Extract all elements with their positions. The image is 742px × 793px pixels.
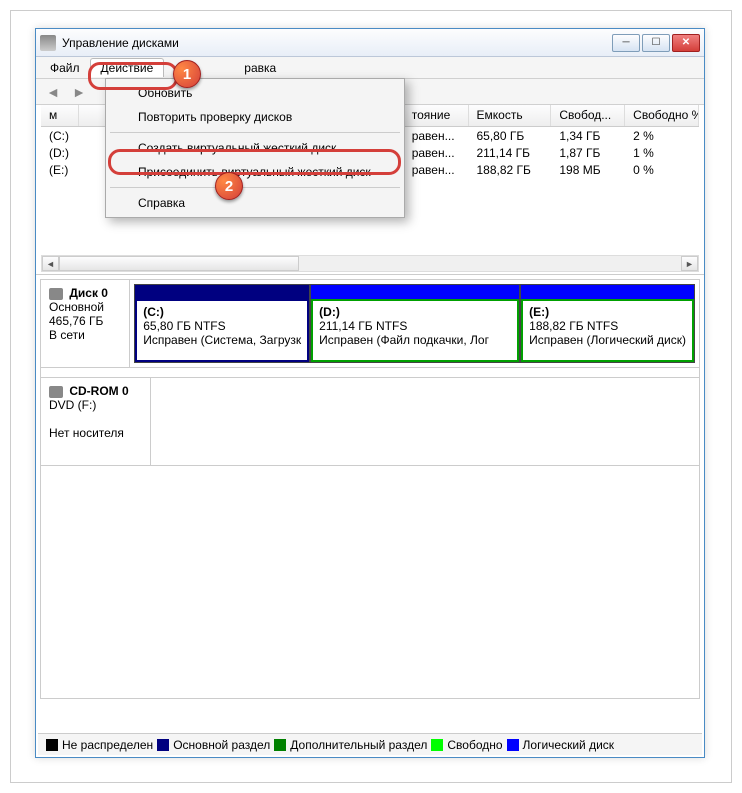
disk-row[interactable]: Диск 0 Основной 465,76 ГБ В сети (C:) 65… [41, 280, 699, 368]
menu-action[interactable]: Действие [90, 58, 165, 77]
legend-swatch-free [431, 739, 443, 751]
legend-bar: Не распределен Основной раздел Дополните… [38, 733, 702, 755]
menubar: Файл Действие равка [36, 57, 704, 79]
col-capacity[interactable]: Емкость [469, 105, 552, 126]
col-state[interactable]: тояние [404, 105, 469, 126]
maximize-button[interactable]: ☐ [642, 34, 670, 52]
scroll-thumb[interactable] [59, 256, 299, 271]
partition-d[interactable]: (D:) 211,14 ГБ NTFS Исправен (Файл подка… [310, 284, 520, 363]
menu-about[interactable]: Справка [108, 191, 402, 215]
legend-swatch-extended [274, 739, 286, 751]
disk-graphical-pane: Диск 0 Основной 465,76 ГБ В сети (C:) 65… [40, 279, 700, 699]
window-title: Управление дисками [62, 36, 612, 50]
menu-help[interactable]: равка [234, 59, 286, 77]
close-button[interactable]: ✕ [672, 34, 700, 52]
menu-file[interactable]: Файл [40, 59, 90, 77]
legend-swatch-unalloc [46, 739, 58, 751]
titlebar[interactable]: Управление дисками ─ ☐ ✕ [36, 29, 704, 57]
scroll-right-icon[interactable]: ► [681, 256, 698, 271]
callout-badge-2: 2 [215, 172, 243, 200]
partition-e[interactable]: (E:) 188,82 ГБ NTFS Исправен (Логический… [520, 284, 695, 363]
horizontal-scrollbar[interactable]: ◄ ► [41, 255, 699, 272]
cdrom-label: CD-ROM 0 DVD (F:) Нет носителя [41, 378, 151, 465]
cdrom-row[interactable]: CD-ROM 0 DVD (F:) Нет носителя [41, 378, 699, 466]
partition-c[interactable]: (C:) 65,80 ГБ NTFS Исправен (Система, За… [134, 284, 310, 363]
menu-create-vhd[interactable]: Создать виртуальный жесткий диск [108, 136, 402, 160]
callout-badge-1: 1 [173, 60, 201, 88]
col-free[interactable]: Свобод... [551, 105, 625, 126]
menu-refresh[interactable]: Обновить [108, 81, 402, 105]
legend-swatch-primary [157, 739, 169, 751]
scroll-left-icon[interactable]: ◄ [42, 256, 59, 271]
disk-icon [49, 288, 63, 300]
col-volume[interactable]: м [41, 105, 79, 126]
nav-forward-icon[interactable]: ► [68, 82, 90, 102]
menu-rescan[interactable]: Повторить проверку дисков [108, 105, 402, 129]
minimize-button[interactable]: ─ [612, 34, 640, 52]
disk-label: Диск 0 Основной 465,76 ГБ В сети [41, 280, 130, 367]
col-free-pct[interactable]: Свободно % [625, 105, 699, 126]
app-icon [40, 35, 56, 51]
cdrom-icon [49, 386, 63, 398]
action-dropdown: Обновить Повторить проверку дисков Созда… [105, 78, 405, 218]
nav-back-icon[interactable]: ◄ [42, 82, 64, 102]
legend-swatch-logical [507, 739, 519, 751]
menu-attach-vhd[interactable]: Присоединить виртуальный жесткий диск [108, 160, 402, 184]
